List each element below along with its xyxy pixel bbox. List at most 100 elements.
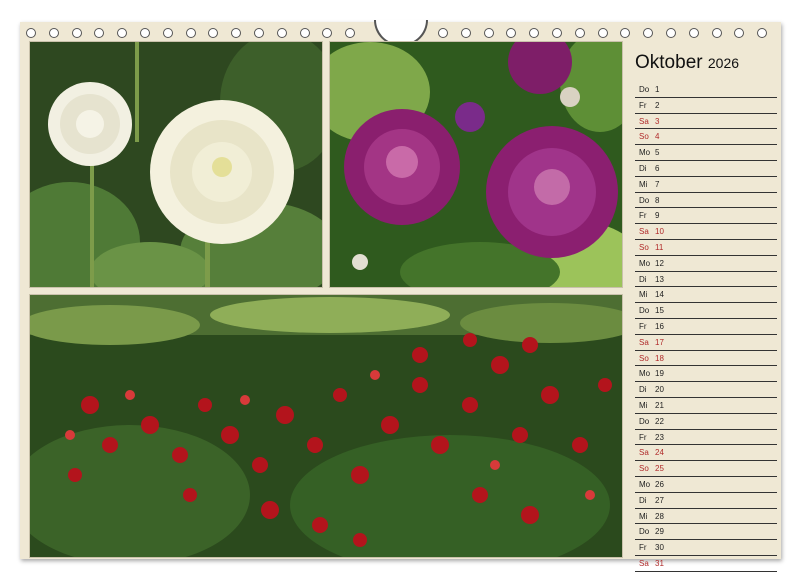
day-number: 25	[655, 464, 664, 474]
binding-ring	[734, 28, 745, 38]
binding-ring	[117, 28, 128, 38]
weekday-label: Mo	[639, 148, 651, 158]
binding-ring	[208, 28, 219, 38]
binding-ring	[483, 28, 494, 38]
weekday-label: Do	[639, 416, 650, 426]
month-name: Oktober	[635, 52, 703, 73]
weekday-label: Sa	[639, 227, 649, 237]
day-number: 8	[655, 195, 660, 205]
day-number: 12	[655, 258, 664, 268]
weekday-label: Sa	[639, 448, 649, 458]
day-row: Fr 16	[635, 319, 777, 335]
binding-ring	[597, 28, 608, 38]
day-number: 18	[655, 353, 664, 363]
day-row: Fr 30	[635, 540, 777, 556]
day-number: 30	[655, 543, 664, 553]
weekday-label: Mi	[639, 400, 648, 410]
weekday-label: Di	[639, 274, 647, 284]
day-row: Do 1	[635, 82, 777, 98]
weekday-label: Mo	[639, 258, 651, 268]
day-row: Mi 21	[635, 398, 777, 414]
binding-ring	[140, 28, 150, 38]
day-number: 6	[655, 163, 660, 173]
binding-ring	[506, 28, 517, 38]
binding-ring	[299, 28, 310, 38]
binding-ring	[48, 28, 59, 38]
binding-ring	[620, 28, 631, 38]
weekday-label: Di	[639, 163, 647, 173]
day-number: 4	[655, 132, 660, 142]
photo-red-flower-bed	[29, 294, 623, 558]
binding-ring	[688, 28, 699, 38]
weekday-label: So	[639, 464, 649, 474]
day-row: Mi 28	[635, 509, 777, 525]
binding-ring	[460, 28, 471, 38]
weekday-label: Do	[639, 527, 650, 537]
binding-ring	[276, 28, 287, 38]
day-row: Do 15	[635, 303, 777, 319]
weekday-label: Mi	[639, 511, 648, 521]
binding-ring	[552, 28, 562, 38]
weekday-label: Fr	[639, 321, 647, 331]
day-number: 17	[655, 337, 664, 347]
day-number: 15	[655, 306, 664, 316]
weekday-label: Di	[639, 385, 647, 395]
day-row: Sa 24	[635, 445, 777, 462]
day-row: So 4	[635, 129, 777, 146]
weekday-label: So	[639, 132, 649, 142]
weekday-label: Do	[639, 85, 650, 94]
day-row: Fr 2	[635, 98, 777, 114]
weekday-label: Fr	[639, 100, 647, 110]
binding-ring	[345, 28, 356, 38]
day-row: So 18	[635, 351, 777, 367]
day-row: Di 6	[635, 161, 777, 177]
day-row: Do 29	[635, 524, 777, 541]
day-number: 9	[655, 211, 660, 221]
weekday-label: Mi	[639, 179, 648, 189]
day-number: 2	[655, 100, 660, 110]
weekday-label: Fr	[639, 543, 647, 553]
day-number: 24	[655, 448, 664, 458]
calendar-page: Oktober 2026 Do 1 Fr 2 Sa 3 So 4 Mo 5 Di 6 Mi 7 Do 8 Fr 9…	[20, 20, 781, 572]
day-row: Di 20	[635, 382, 777, 398]
binding-ring	[26, 28, 36, 38]
day-number: 1	[655, 85, 660, 94]
binding-ring	[757, 28, 768, 38]
day-row: Do 22	[635, 414, 777, 430]
year-label: 2026	[707, 55, 740, 71]
photo-white-dahlias	[29, 41, 323, 288]
day-number: 5	[655, 148, 660, 158]
day-row: Di 27	[635, 493, 777, 509]
binding-ring	[574, 28, 585, 38]
day-number: 3	[655, 116, 660, 126]
weekday-label: Do	[639, 195, 650, 205]
day-row: Mo 26	[635, 477, 777, 493]
binding-ring	[711, 28, 722, 38]
day-number: 28	[655, 511, 664, 521]
weekday-label: Fr	[639, 211, 647, 221]
binding-ring	[643, 28, 654, 38]
weekday-label: So	[639, 242, 649, 252]
binding-ring	[231, 28, 242, 38]
weekday-label: Mo	[639, 369, 651, 379]
weekday-label: Sa	[639, 558, 649, 568]
weekday-label: Di	[639, 495, 647, 505]
day-number: 11	[655, 242, 664, 252]
day-row: So 11	[635, 240, 777, 256]
day-number: 19	[655, 369, 664, 379]
binding-ring	[322, 28, 333, 38]
day-number: 16	[655, 321, 664, 331]
day-row: Mo 12	[635, 256, 777, 272]
day-row: Mi 14	[635, 287, 777, 304]
day-number: 22	[655, 416, 664, 426]
day-row: Di 13	[635, 272, 777, 288]
day-number: 14	[655, 290, 664, 300]
day-number: 31	[655, 558, 664, 568]
weekday-label: Sa	[639, 337, 649, 347]
day-row: Mi 7	[635, 177, 777, 193]
binding-ring	[94, 28, 105, 38]
weekday-label: Sa	[639, 116, 649, 126]
day-number: 13	[655, 274, 664, 284]
binding-ring	[438, 28, 448, 38]
day-row: Sa 10	[635, 224, 777, 240]
